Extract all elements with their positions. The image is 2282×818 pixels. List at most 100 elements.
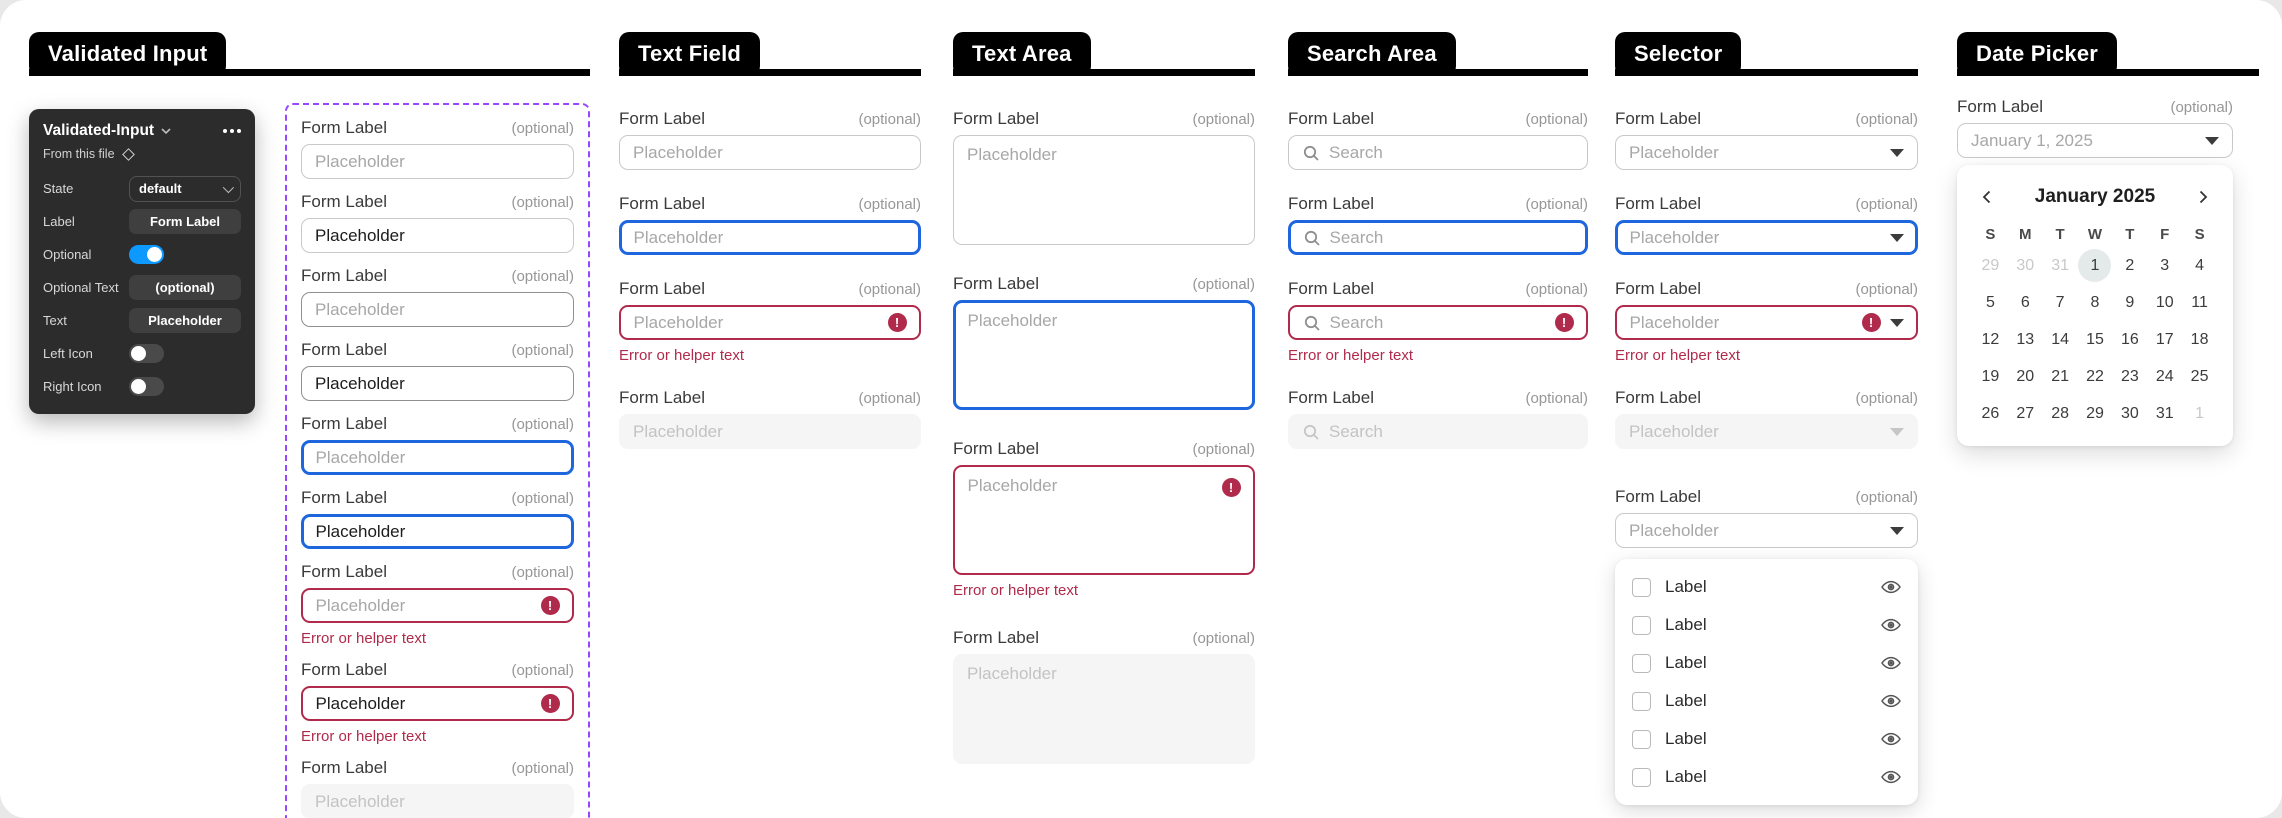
checkbox[interactable] [1632,729,1651,749]
search-input-focused[interactable] [1288,220,1588,255]
inspector-title: Validated-Input [43,122,155,139]
calendar-day[interactable]: 29 [2078,395,2113,432]
property-row-right-icon: Right Icon [43,374,241,399]
text-input[interactable] [301,218,574,253]
dropdown-option[interactable]: Label [1615,606,1918,644]
calendar-day[interactable]: 24 [2147,358,2182,395]
eye-icon[interactable] [1881,580,1901,594]
textarea-input-error[interactable] [953,465,1255,575]
calendar-day[interactable]: 16 [2112,321,2147,358]
text-input-focused[interactable] [301,440,574,475]
select-input-error[interactable] [1615,305,1918,340]
calendar-day[interactable]: 22 [2078,358,2113,395]
calendar-day[interactable]: 5 [1973,284,2008,321]
text-input-error[interactable] [301,686,574,721]
calendar-day[interactable]: 14 [2043,321,2078,358]
text-input-focused[interactable] [619,220,921,255]
left-icon-toggle-off[interactable] [129,344,164,363]
textarea-input-focused[interactable] [953,300,1255,410]
section-title-tab: Search Area [1288,32,1456,76]
dropdown-option[interactable]: Label [1615,720,1918,758]
checkbox[interactable] [1632,615,1651,635]
state-select[interactable]: default [129,175,241,202]
text-input[interactable] [301,366,574,401]
dropdown-option[interactable]: Label [1615,682,1918,720]
text-input[interactable] [301,144,574,179]
text-input-error[interactable] [619,305,921,340]
optional-text-value-chip[interactable]: (optional) [129,275,241,300]
calendar-day[interactable]: 12 [1973,321,2008,358]
form-label: Form Label [619,388,705,407]
text-input[interactable] [301,292,574,327]
next-month-button[interactable] [2196,187,2211,207]
calendar-day[interactable]: 31 [2147,395,2182,432]
calendar-day[interactable]: 7 [2043,284,2078,321]
calendar-day[interactable]: 6 [2008,284,2043,321]
select-input-open[interactable] [1615,513,1918,548]
calendar-day[interactable]: 27 [2008,395,2043,432]
date-input[interactable] [1957,123,2233,158]
section-date-picker: Date Picker Form Label (optional) January… [1957,32,2259,446]
calendar-day[interactable]: 3 [2147,247,2182,284]
text-value-chip[interactable]: Placeholder [129,308,241,333]
calendar-day-outside[interactable]: 29 [1973,247,2008,284]
textarea-input[interactable] [953,135,1255,245]
text-input[interactable] [619,135,921,170]
calendar-day[interactable]: 23 [2112,358,2147,395]
form-label: Form Label [619,109,705,128]
optional-toggle-on[interactable] [129,245,164,264]
calendar-day[interactable]: 10 [2147,284,2182,321]
calendar-day[interactable]: 21 [2043,358,2078,395]
calendar-day[interactable]: 17 [2147,321,2182,358]
optional-text: (optional) [1192,441,1255,458]
calendar-day[interactable]: 13 [2008,321,2043,358]
label-value-chip[interactable]: Form Label [129,209,241,234]
eye-icon[interactable] [1881,694,1901,708]
calendar-day[interactable]: 11 [2182,284,2217,321]
text-input-focused[interactable] [301,514,574,549]
checkbox[interactable] [1632,653,1651,673]
section-title: Date Picker [1976,41,2099,66]
checkbox[interactable] [1632,577,1651,597]
eye-icon[interactable] [1881,656,1901,670]
search-input[interactable] [1288,135,1588,170]
prev-month-button[interactable] [1979,187,1994,207]
overflow-menu-button[interactable] [223,129,241,133]
dropdown-option[interactable]: Label [1615,758,1918,796]
search-input-error[interactable] [1288,305,1588,340]
calendar-day[interactable]: 28 [2043,395,2078,432]
calendar-day-outside[interactable]: 1 [2182,395,2217,432]
calendar-day[interactable]: 19 [1973,358,2008,395]
calendar-day[interactable]: 8 [2078,284,2113,321]
checkbox[interactable] [1632,691,1651,711]
calendar-day[interactable]: 30 [2112,395,2147,432]
calendar-day[interactable]: 25 [2182,358,2217,395]
calendar-day[interactable]: 15 [2078,321,2113,358]
select-input-focused[interactable] [1615,220,1918,255]
calendar-day[interactable]: 9 [2112,284,2147,321]
dropdown-option[interactable]: Label [1615,644,1918,682]
calendar-day[interactable]: 18 [2182,321,2217,358]
calendar-day-selected[interactable]: 1 [2078,247,2113,284]
calendar-day-outside[interactable]: 30 [2008,247,2043,284]
calendar-day[interactable]: 26 [1973,395,2008,432]
eye-icon[interactable] [1881,732,1901,746]
checkbox[interactable] [1632,767,1651,787]
right-icon-toggle-off[interactable] [129,377,164,396]
form-label: Form Label [301,118,387,137]
optional-text: (optional) [1525,281,1588,298]
text-input-error[interactable] [301,588,574,623]
eye-icon[interactable] [1881,770,1901,784]
calendar-day[interactable]: 20 [2008,358,2043,395]
calendar-day[interactable]: 2 [2112,247,2147,284]
calendar-day-outside[interactable]: 31 [2043,247,2078,284]
component-inspector-panel: Validated-Input From this file State def… [29,109,255,414]
optional-text: (optional) [1855,281,1918,298]
eye-icon[interactable] [1881,618,1901,632]
dropdown-option[interactable]: Label [1615,568,1918,606]
form-label: Form Label [953,439,1039,458]
form-label: Form Label [1615,388,1701,407]
select-input[interactable] [1615,135,1918,170]
chevron-down-icon[interactable] [161,127,171,135]
calendar-day[interactable]: 4 [2182,247,2217,284]
